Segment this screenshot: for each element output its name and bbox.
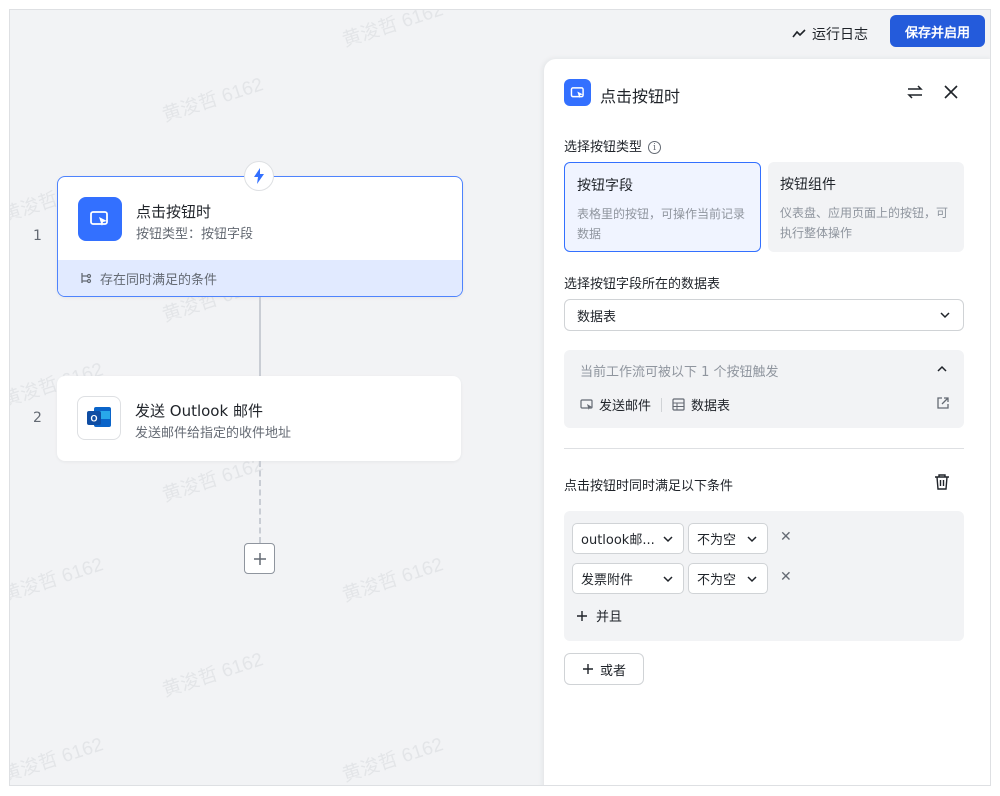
action-node[interactable]: O 发送 Outlook 邮件 发送邮件给指定的收件地址 — [57, 376, 461, 461]
plus-icon — [253, 552, 266, 565]
node-title: 发送 Outlook 邮件 — [135, 402, 263, 420]
trigger-info-box: 当前工作流可被以下 1 个按钮触发 发送邮件 数据表 — [564, 350, 964, 428]
workflow-editor: 黄浚哲 6162 黄浚哲 6162 黄浚哲 6162 黄浚哲 6162 黄浚哲 … — [9, 9, 991, 786]
cursor-click-icon — [78, 197, 122, 241]
remove-condition-icon[interactable]: ✕ — [780, 569, 792, 585]
trend-icon — [792, 29, 806, 38]
conditions-title: 点击按钮时同时满足以下条件 — [564, 479, 734, 494]
chevron-down-icon — [940, 312, 950, 319]
chevron-down-icon — [663, 576, 673, 583]
button-icon — [580, 398, 593, 410]
option-title: 按钮字段 — [577, 178, 633, 194]
close-icon[interactable] — [942, 83, 960, 105]
table-icon — [672, 398, 685, 411]
condition-group: outlook邮... 不为空 ✕ 发票附件 不为空 ✕ 并且 — [564, 511, 964, 641]
add-step-button[interactable] — [244, 543, 275, 574]
save-and-enable-button[interactable]: 保存并启用 — [890, 15, 985, 47]
run-log-label: 运行日志 — [812, 27, 868, 43]
node-condition-bar[interactable]: 存在同时满足的条件 — [58, 260, 462, 296]
chevron-down-icon — [663, 536, 673, 543]
svg-text:O: O — [90, 414, 97, 424]
condition-operator-select[interactable]: 不为空 — [688, 523, 768, 554]
watermark: 黄浚哲 6162 — [339, 734, 446, 786]
trigger-table-name: 数据表 — [691, 399, 731, 414]
table-select-value: 数据表 — [577, 309, 617, 325]
add-or-condition-button[interactable]: 或者 — [564, 653, 644, 685]
run-log-button[interactable]: 运行日志 — [792, 20, 868, 48]
remove-condition-icon[interactable]: ✕ — [780, 529, 792, 545]
watermark: 黄浚哲 6162 — [9, 554, 106, 607]
connector-dashed-line — [259, 461, 261, 543]
plus-icon — [582, 664, 593, 674]
cursor-click-icon — [564, 79, 591, 106]
swap-icon[interactable] — [906, 83, 924, 105]
trigger-node[interactable]: 点击按钮时 按钮类型：按钮字段 存在同时满足的条件 — [57, 176, 463, 297]
button-type-label: 选择按钮类型 i — [564, 136, 662, 155]
watermark: 黄浚哲 6162 — [339, 554, 446, 607]
chevron-up-icon[interactable] — [936, 363, 948, 375]
info-icon: i — [648, 141, 662, 154]
option-button-component[interactable]: 按钮组件 仪表盘、应用页面上的按钮，可执行整体操作 — [768, 162, 964, 252]
add-and-condition-button[interactable]: 并且 — [576, 606, 622, 625]
node-subtitle: 按钮类型：按钮字段 — [136, 227, 254, 242]
option-title: 按钮组件 — [780, 177, 836, 193]
config-panel: 点击按钮时 选择按钮类型 i 按钮字段 表格里的按钮，可操作当前记录数据 按钮组件… — [544, 59, 990, 785]
external-link-icon[interactable] — [936, 396, 950, 410]
outlook-icon: O — [77, 396, 121, 440]
trigger-button-name: 发送邮件 — [599, 399, 652, 414]
divider — [564, 448, 964, 449]
lightning-icon — [244, 161, 274, 191]
condition-field-select[interactable]: 发票附件 — [572, 563, 684, 594]
table-select-label: 选择按钮字段所在的数据表 — [564, 277, 721, 292]
node-subtitle: 发送邮件给指定的收件地址 — [135, 426, 292, 441]
plus-icon — [577, 610, 587, 621]
watermark: 黄浚哲 6162 — [339, 9, 446, 52]
option-desc: 仪表盘、应用页面上的按钮，可执行整体操作 — [780, 206, 949, 240]
trigger-info-text: 当前工作流可被以下 1 个按钮触发 — [580, 365, 779, 380]
table-select[interactable]: 数据表 — [564, 299, 964, 331]
condition-label: 存在同时满足的条件 — [100, 272, 218, 288]
option-button-field[interactable]: 按钮字段 表格里的按钮，可操作当前记录数据 — [564, 162, 761, 252]
watermark: 黄浚哲 6162 — [159, 74, 266, 127]
panel-title: 点击按钮时 — [600, 87, 681, 106]
chevron-down-icon — [747, 576, 757, 583]
condition-operator-select[interactable]: 不为空 — [688, 563, 768, 594]
step-number: 2 — [33, 410, 42, 426]
watermark: 黄浚哲 6162 — [159, 649, 266, 702]
condition-field-select[interactable]: outlook邮... — [572, 523, 684, 554]
node-title: 点击按钮时 — [136, 203, 212, 221]
branch-icon — [81, 273, 92, 284]
trash-icon[interactable] — [934, 473, 950, 495]
option-desc: 表格里的按钮，可操作当前记录数据 — [577, 207, 746, 241]
watermark: 黄浚哲 6162 — [9, 734, 106, 786]
step-number: 1 — [33, 228, 42, 244]
chevron-down-icon — [747, 536, 757, 543]
connector-line — [259, 297, 261, 377]
